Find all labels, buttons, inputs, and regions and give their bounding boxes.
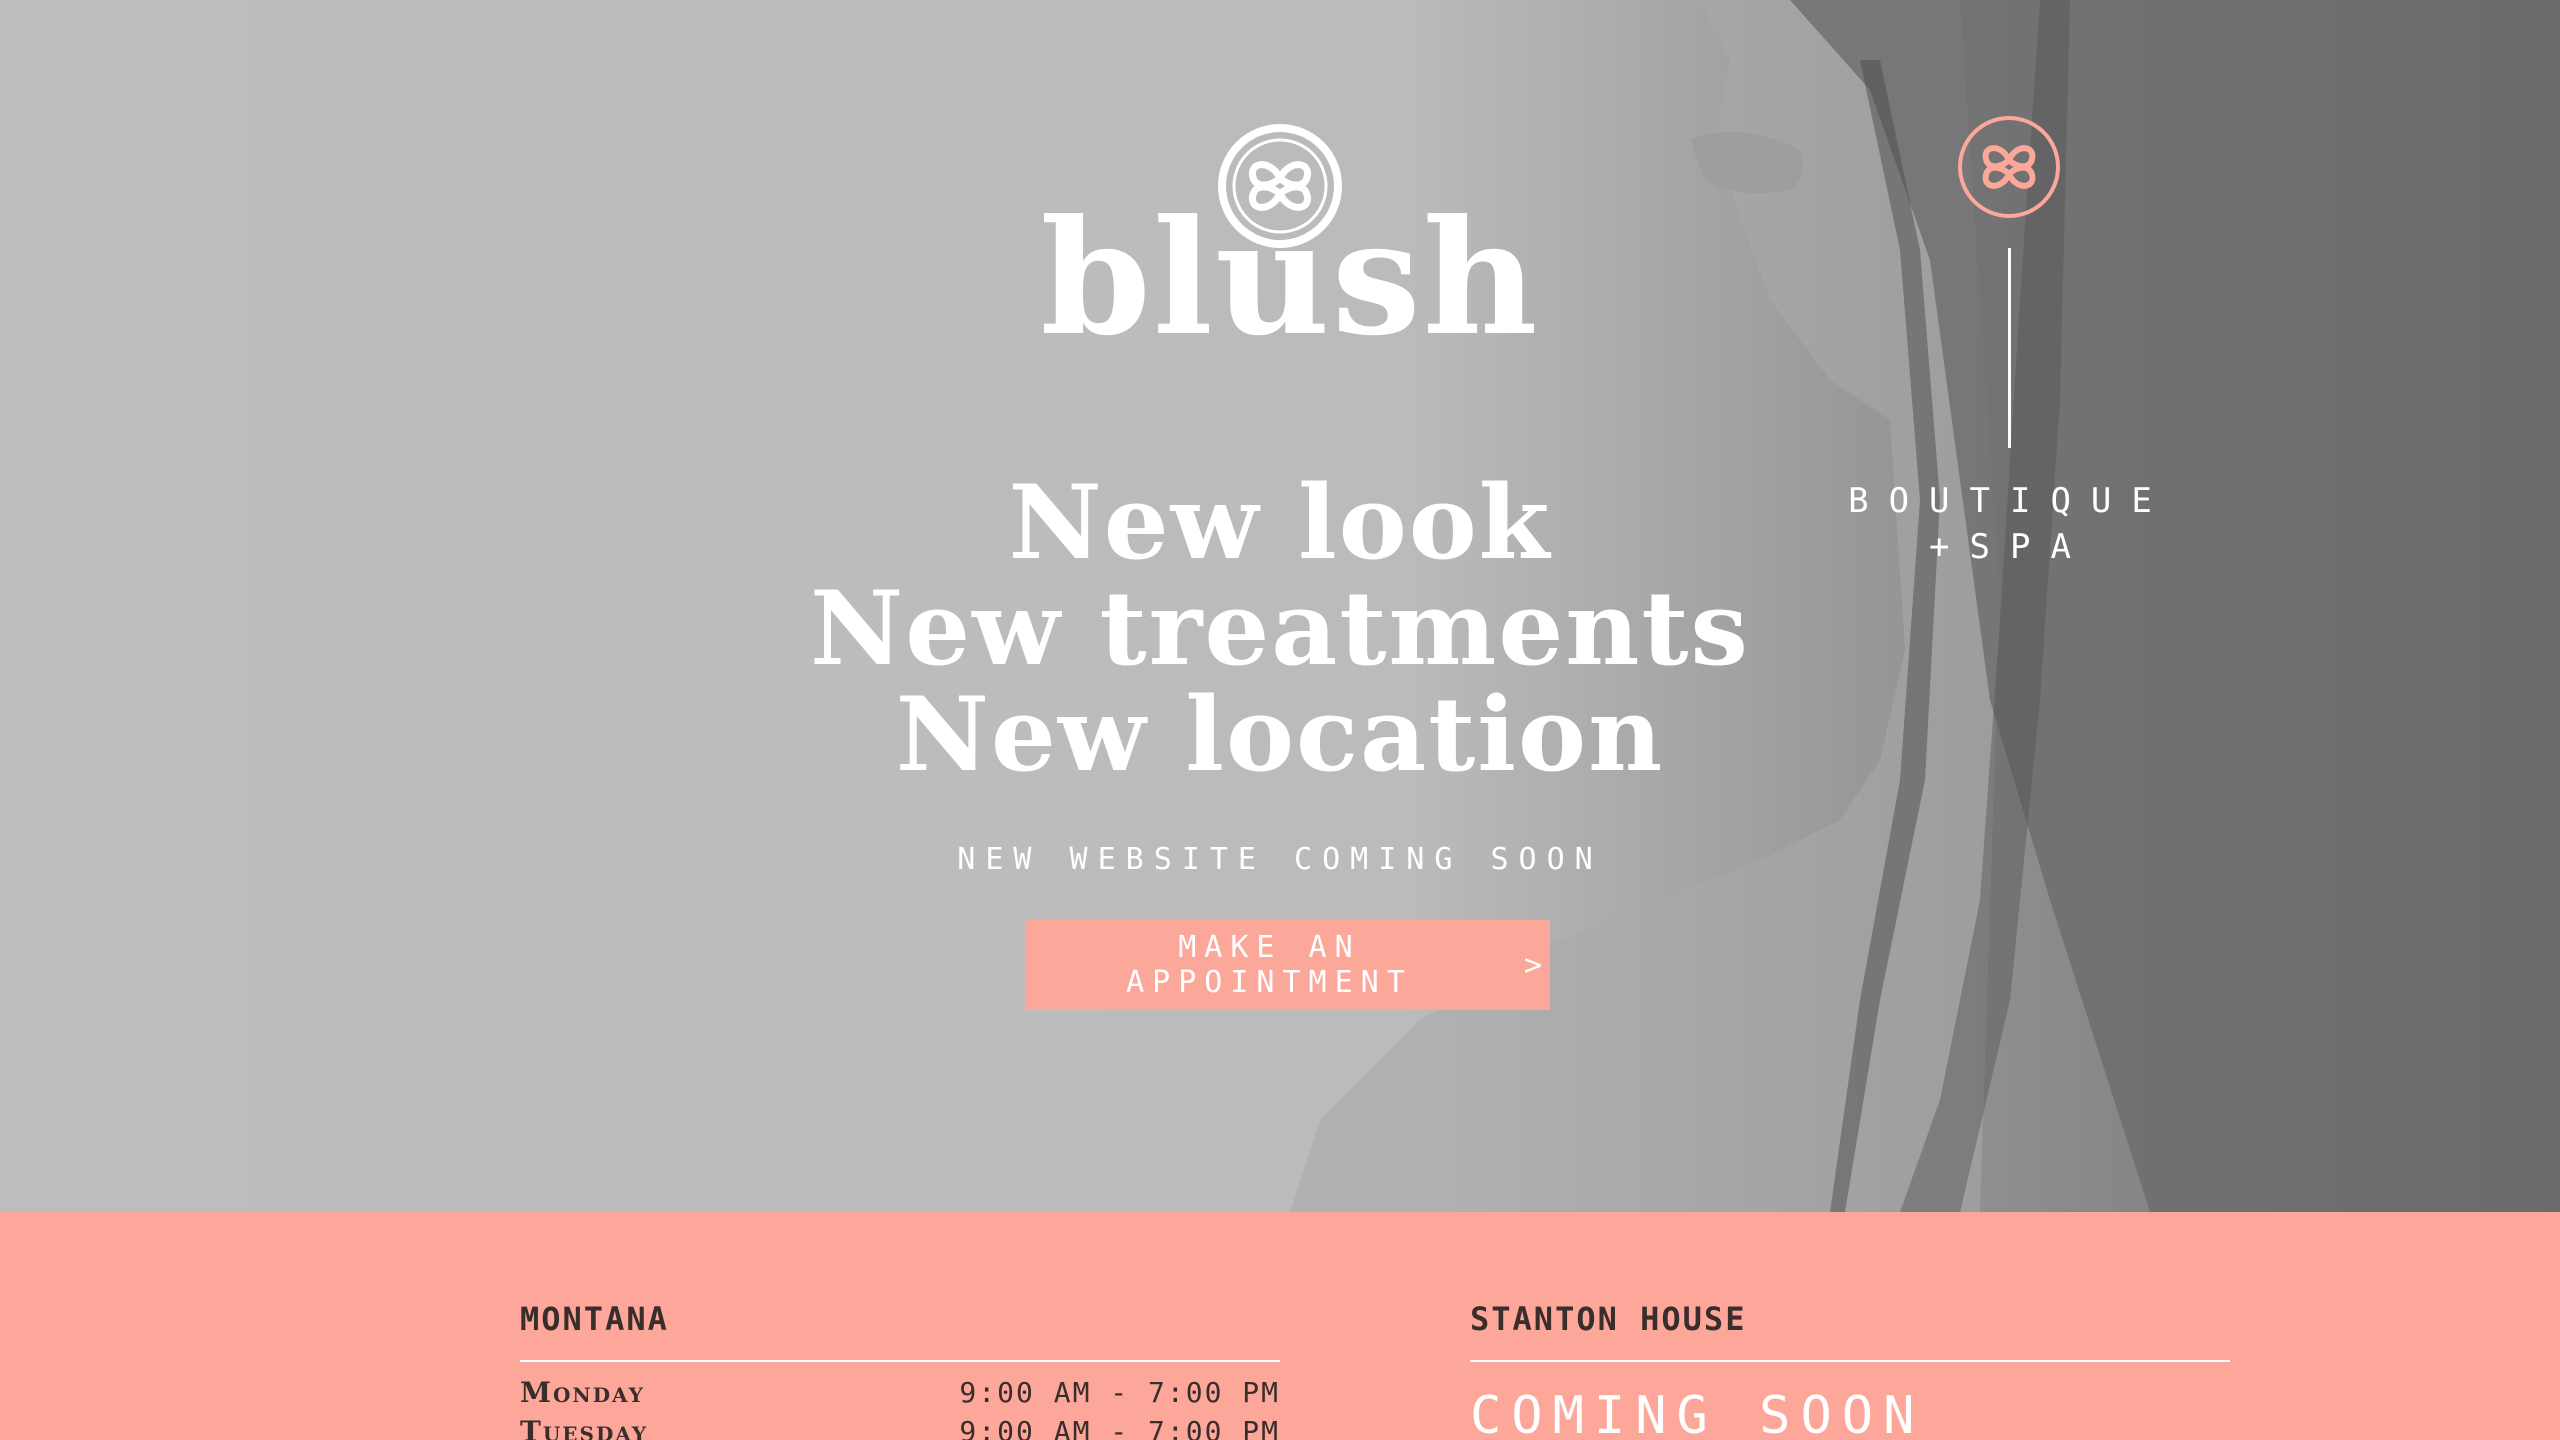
hours-time: 9:00 AM - 7:00 PM (959, 1376, 1280, 1409)
hero-section: blush BOUTIQUE +SPA New look New treatme… (0, 0, 2560, 1212)
hours-time: 9:00 AM - 7:00 PM (959, 1415, 1280, 1440)
cta-label: MAKE AN APPOINTMENT (1126, 930, 1413, 1000)
location-divider (520, 1360, 1280, 1362)
hours-row: Monday 9:00 AM - 7:00 PM (520, 1376, 1280, 1409)
side-text-line1: BOUTIQUE (1848, 481, 2172, 521)
headline: New look New treatments New location (780, 470, 1780, 788)
headline-line-2: New treatments (810, 569, 1750, 689)
side-logo-icon (1958, 116, 2060, 218)
location-divider (1470, 1360, 2230, 1362)
side-divider (2008, 248, 2011, 448)
location-stanton-house: STANTON HOUSE COMING SOON (1470, 1300, 2230, 1440)
location-title: MONTANA (520, 1300, 669, 1338)
boutique-spa-label: BOUTIQUE +SPA (1840, 478, 2180, 570)
hours-row: Tuesday 9:00 AM - 7:00 PM (520, 1415, 1280, 1440)
hours-day: Tuesday (520, 1415, 649, 1440)
chevron-right-icon: > (1523, 947, 1550, 983)
location-status: COMING SOON (1470, 1386, 1925, 1440)
locations-footer: MONTANA Monday 9:00 AM - 7:00 PM Tuesday… (0, 1212, 2560, 1440)
make-appointment-button[interactable]: MAKE AN APPOINTMENT > (1025, 920, 1550, 1010)
hours-day: Monday (520, 1376, 645, 1409)
coming-soon-subhead: NEW WEBSITE COMING SOON (957, 842, 1603, 877)
brand-wordmark[interactable]: blush (1020, 200, 1560, 358)
side-text-line2: +SPA (1929, 527, 2091, 567)
headline-line-3: New location (895, 675, 1665, 795)
location-montana: MONTANA Monday 9:00 AM - 7:00 PM Tuesday… (520, 1300, 1280, 1440)
location-title: STANTON HOUSE (1470, 1300, 1747, 1338)
headline-line-1: New look (1008, 463, 1552, 583)
